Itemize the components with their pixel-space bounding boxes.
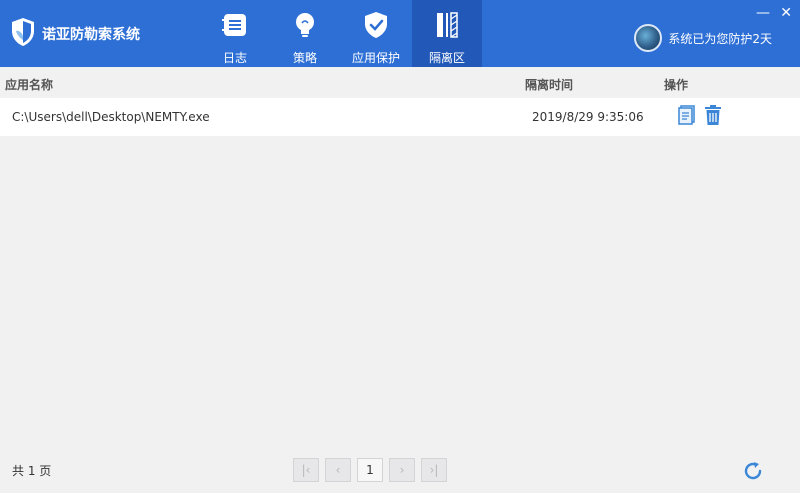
- quarantine-icon: [431, 9, 463, 45]
- avatar: [634, 24, 663, 52]
- refresh-icon[interactable]: [742, 460, 764, 482]
- shield-check-icon: [360, 9, 392, 45]
- log-icon: [219, 9, 251, 45]
- table-header: 应用名称 隔离时间 操作: [0, 67, 800, 97]
- table-row: C:\Users\dell\Desktop\NEMTY.exe 2019/8/2…: [0, 98, 800, 136]
- nav-item-policy[interactable]: 策略: [270, 0, 340, 67]
- quarantine-time: 2019/8/29 9:35:06: [532, 110, 644, 124]
- top-header: 诺亚防勒索系统 日志 策略 应用保护 隔离区 系统已为您防护2天 — ✕: [0, 0, 800, 67]
- restore-file-icon[interactable]: [676, 104, 698, 126]
- row-actions: [676, 104, 728, 126]
- current-page-button[interactable]: 1: [357, 458, 383, 482]
- file-path: C:\Users\dell\Desktop\NEMTY.exe: [12, 110, 210, 124]
- app-title: 诺亚防勒索系统: [42, 27, 140, 43]
- page-count: 共 1 页: [12, 464, 52, 478]
- delete-trash-icon[interactable]: [702, 104, 724, 126]
- close-button[interactable]: ✕: [780, 6, 792, 20]
- nav-item-app-protection[interactable]: 应用保护: [340, 0, 412, 67]
- nav-item-quarantine[interactable]: 隔离区: [412, 0, 482, 67]
- column-header-op: 操作: [664, 78, 689, 92]
- column-header-name: 应用名称: [5, 78, 54, 92]
- minimize-button[interactable]: —: [756, 6, 770, 20]
- prev-page-button[interactable]: ‹: [325, 458, 351, 482]
- status-text: 系统已为您防护2天: [668, 31, 772, 46]
- nav-label: 日志: [222, 51, 247, 65]
- nav-label: 隔离区: [428, 51, 465, 65]
- main-nav: 日志 策略 应用保护 隔离区: [200, 0, 482, 67]
- first-page-button[interactable]: |‹: [293, 458, 319, 482]
- brand: 诺亚防勒索系统: [10, 18, 140, 50]
- nav-item-log[interactable]: 日志: [200, 0, 270, 67]
- column-header-time: 隔离时间: [525, 78, 574, 92]
- nav-label: 应用保护: [351, 51, 400, 65]
- protection-status: 系统已为您防护2天: [634, 24, 772, 52]
- last-page-button[interactable]: ›|: [421, 458, 447, 482]
- logo-shield-icon: [10, 17, 36, 51]
- pagination: |‹ ‹ 1 › ›|: [293, 458, 453, 482]
- bulb-icon: [289, 9, 321, 45]
- nav-label: 策略: [292, 51, 317, 65]
- next-page-button[interactable]: ›: [389, 458, 415, 482]
